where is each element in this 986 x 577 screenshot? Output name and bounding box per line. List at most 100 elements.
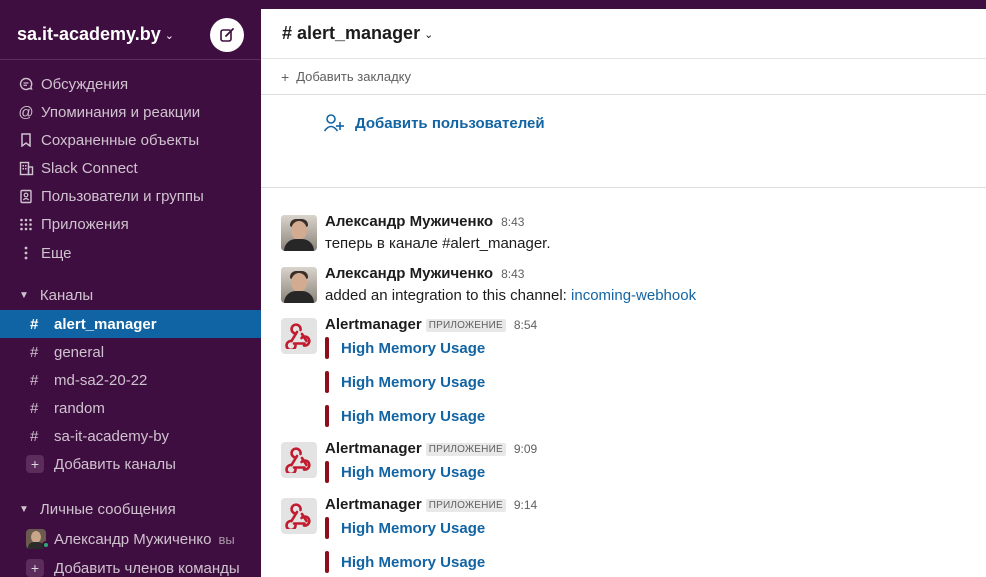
sidebar-item-threads[interactable]: Обсуждения xyxy=(0,70,261,98)
you-label: вы xyxy=(218,531,235,547)
attachment: High Memory Usage xyxy=(325,517,537,539)
caret-down-icon: ▼ xyxy=(19,503,29,515)
channels-section-header[interactable]: ▼ Каналы xyxy=(0,280,261,310)
chevron-down-icon[interactable]: ⌄ xyxy=(424,28,433,41)
message-author[interactable]: Alertmanager xyxy=(325,316,422,333)
app-badge: ПРИЛОЖЕНИЕ xyxy=(425,443,506,456)
add-users-label: Добавить пользователей xyxy=(355,114,545,132)
attachment: High Memory Usage xyxy=(325,461,537,483)
channel-label: alert_manager xyxy=(54,315,157,333)
attachment-title-link[interactable]: High Memory Usage xyxy=(341,408,485,425)
message-text: теперь в канале #alert_manager. xyxy=(325,235,551,252)
add-bookmark-button[interactable]: Добавить закладку xyxy=(296,69,411,84)
attachment-color-bar xyxy=(325,371,329,393)
attachment-title-link[interactable]: High Memory Usage xyxy=(341,340,485,357)
dms-section-header[interactable]: ▼ Личные сообщения xyxy=(0,494,261,524)
sidebar-item-more[interactable]: Еще xyxy=(0,238,261,268)
avatar[interactable] xyxy=(281,318,317,354)
plus-icon: + xyxy=(281,68,290,85)
bookmarks-bar: + Добавить закладку xyxy=(261,59,986,95)
sidebar-nav: Обсуждения @ Упоминания и реакции Сохран… xyxy=(0,60,261,268)
message-text-prefix: added an integration to this channel: xyxy=(325,287,572,304)
message-author[interactable]: Александр Мужиченко xyxy=(325,213,493,230)
attachment-color-bar xyxy=(325,517,329,539)
webhook-icon xyxy=(285,503,311,529)
add-members-button[interactable]: + Добавить членов команды xyxy=(0,554,261,577)
channel-item-sa-it-academy-by[interactable]: # sa-it-academy-by xyxy=(0,422,261,450)
sidebar-item-label: Приложения xyxy=(41,215,129,233)
sidebar-item-label: Еще xyxy=(41,244,72,262)
attachment-title-link[interactable]: High Memory Usage xyxy=(341,554,485,571)
channel-title[interactable]: # alert_manager xyxy=(282,23,420,44)
message-time[interactable]: 8:43 xyxy=(501,215,524,229)
avatar[interactable] xyxy=(281,267,317,303)
hash-icon: # xyxy=(30,427,39,445)
hash-icon: # xyxy=(30,343,39,361)
apps-grid-icon xyxy=(17,215,35,233)
channel-label: sa-it-academy-by xyxy=(54,427,170,445)
channel-label: general xyxy=(54,343,105,361)
integration-link[interactable]: incoming-webhook xyxy=(571,287,696,304)
hash-icon: # xyxy=(30,315,39,333)
avatar[interactable] xyxy=(281,215,317,251)
add-channels-button[interactable]: + Добавить каналы xyxy=(0,450,261,478)
plus-icon: + xyxy=(26,455,44,473)
attachment-title-link[interactable]: High Memory Usage xyxy=(341,520,485,537)
channel-label: random xyxy=(54,399,105,417)
sidebar-item-mentions[interactable]: @ Упоминания и реакции xyxy=(0,98,261,126)
attachment: High Memory Usage xyxy=(325,405,537,427)
window-top-strip xyxy=(0,0,986,9)
sidebar: sa.it-academy.by ⌄ Обсуждения @ Упоминан… xyxy=(0,9,261,577)
channel-item-md-sa2-20-22[interactable]: # md-sa2-20-22 xyxy=(0,366,261,394)
add-channels-label: Добавить каналы xyxy=(54,455,176,473)
message-time[interactable]: 9:09 xyxy=(514,442,537,456)
workspace-name[interactable]: sa.it-academy.by xyxy=(17,24,161,45)
avatar[interactable] xyxy=(281,442,317,478)
message-author[interactable]: Александр Мужиченко xyxy=(325,265,493,282)
attachment-color-bar xyxy=(325,461,329,483)
compose-icon xyxy=(220,28,234,42)
attachment: High Memory Usage xyxy=(325,551,537,573)
attachment-color-bar xyxy=(325,551,329,573)
sidebar-item-label: Slack Connect xyxy=(41,159,138,177)
compose-button[interactable] xyxy=(210,18,244,52)
sidebar-item-apps[interactable]: Приложения xyxy=(0,210,261,238)
channel-header: # alert_manager ⌄ xyxy=(261,9,986,59)
attachment-title-link[interactable]: High Memory Usage xyxy=(341,464,485,481)
attachment: High Memory Usage xyxy=(325,337,537,359)
message-time[interactable]: 8:43 xyxy=(501,267,524,281)
hash-icon: # xyxy=(30,399,39,417)
channel-item-random[interactable]: # random xyxy=(0,394,261,422)
channel-label: md-sa2-20-22 xyxy=(54,371,148,389)
at-icon: @ xyxy=(18,103,34,121)
add-person-icon xyxy=(323,114,344,132)
add-members-label: Добавить членов команды xyxy=(54,559,240,577)
app-badge: ПРИЛОЖЕНИЕ xyxy=(425,319,506,332)
channel-item-alert-manager[interactable]: # alert_manager xyxy=(0,310,261,338)
sidebar-item-saved[interactable]: Сохраненные объекты xyxy=(0,126,261,154)
sidebar-item-people[interactable]: Пользователи и группы xyxy=(0,182,261,210)
avatar[interactable] xyxy=(281,498,317,534)
workspace-header[interactable]: sa.it-academy.by ⌄ xyxy=(0,9,261,60)
message-text: added an integration to this channel: in… xyxy=(325,287,696,304)
message-author[interactable]: Alertmanager xyxy=(325,496,422,513)
plus-icon: + xyxy=(26,559,44,577)
attachment: High Memory Usage xyxy=(325,371,537,393)
webhook-icon xyxy=(285,323,311,349)
section-label: Каналы xyxy=(39,286,94,304)
add-users-button[interactable]: Добавить пользователей xyxy=(323,113,545,133)
bookmark-icon xyxy=(17,131,35,149)
dm-item-self[interactable]: Александр Мужиченко вы xyxy=(0,524,261,554)
chevron-down-icon: ⌄ xyxy=(164,29,174,42)
sidebar-item-slack-connect[interactable]: Slack Connect xyxy=(0,154,261,182)
caret-down-icon: ▼ xyxy=(19,289,29,301)
more-vertical-icon xyxy=(17,244,35,262)
message-time[interactable]: 8:54 xyxy=(514,318,537,332)
attachment-title-link[interactable]: High Memory Usage xyxy=(341,374,485,391)
sidebar-item-label: Обсуждения xyxy=(41,75,129,93)
message-author[interactable]: Alertmanager xyxy=(325,440,422,457)
message-time[interactable]: 9:14 xyxy=(514,498,537,512)
contacts-icon xyxy=(17,187,35,205)
channel-item-general[interactable]: # general xyxy=(0,338,261,366)
channel-intro: Добавить пользователей xyxy=(261,95,986,188)
